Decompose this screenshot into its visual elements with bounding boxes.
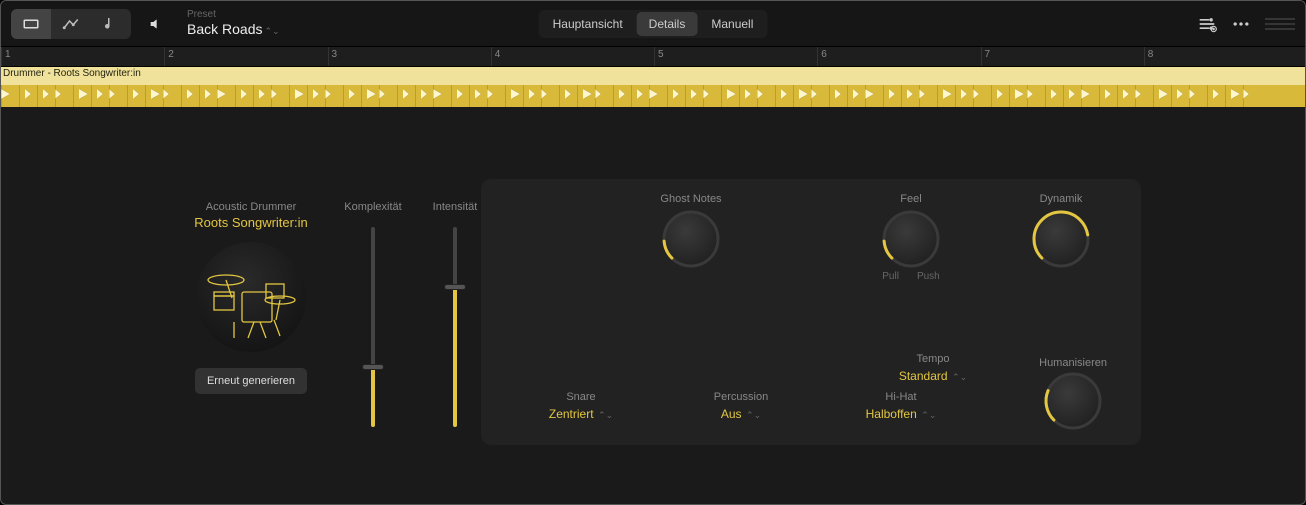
dynamics-knob[interactable] [1035,213,1087,265]
drummer-controls: Acoustic Drummer Roots Songwriter:in [181,201,485,427]
humanize-label: Humanisieren [1039,357,1107,369]
bar-number: 4 [495,49,501,60]
region-header[interactable]: Drummer - Roots Songwriter:in [1,67,1305,85]
view-tab-details[interactable]: Details [637,12,698,36]
editor-mode-segmented [11,9,131,39]
bar-number: 2 [168,49,174,60]
drag-handle[interactable] [1265,18,1295,30]
snare-dropdown[interactable]: Snare Zentriert ⌃⌄ [521,391,641,421]
automation-icon [62,15,80,33]
bar-ruler[interactable]: 1 2 3 4 5 6 7 8 [1,47,1305,67]
details-panel: Ghost Notes Feel Pull Push Dynamik [481,179,1141,445]
ghost-notes-knob[interactable] [665,213,717,265]
intensity-slider[interactable] [453,227,457,427]
audition-button[interactable] [141,16,171,32]
preset-name: Back Roads⌃⌄ [187,21,280,38]
rectangle-icon [22,15,40,33]
bar-number: 8 [1148,49,1154,60]
sliders-icon [1197,14,1217,34]
region-waveform[interactable] [1,85,1305,107]
score-view-button[interactable] [91,9,131,39]
percussion-dropdown[interactable]: Percussion Aus ⌃⌄ [681,391,801,421]
slider-thumb[interactable] [362,364,384,370]
feel-label: Feel [900,193,921,205]
ellipsis-icon [1231,14,1251,34]
humanize-knob[interactable] [1047,375,1099,427]
more-button[interactable] [1231,14,1251,34]
preset-label: Preset [187,9,280,21]
bar-number: 3 [332,49,338,60]
region-view-button[interactable] [11,9,51,39]
feel-sublabels: Pull Push [882,271,939,282]
drummer-category: Acoustic Drummer [206,201,296,213]
settings-button[interactable] [1197,14,1217,34]
region-name: Drummer - Roots Songwriter:in [3,68,141,79]
updown-icon: ⌃⌄ [596,410,614,420]
drummer-avatar[interactable] [196,242,306,352]
complexity-slider[interactable] [371,227,375,427]
regenerate-button[interactable]: Erneut generieren [195,368,307,394]
speaker-icon [148,16,164,32]
view-tabs: HauptansichtDetailsManuell [539,10,768,38]
hihat-dropdown[interactable]: Hi-Hat Halboffen ⌃⌄ [841,391,961,421]
slider-thumb[interactable] [444,284,466,290]
feel-knob[interactable] [885,213,937,265]
bar-number: 5 [658,49,664,60]
complexity-label: Komplexität [344,201,401,213]
toolbar: Preset Back Roads⌃⌄ HauptansichtDetailsM… [1,1,1305,47]
updown-icon: ⌃⌄ [264,26,279,36]
intensity-label: Intensität [433,201,478,213]
drummer-name: Roots Songwriter:in [194,215,307,230]
automation-view-button[interactable] [51,9,91,39]
drumkit-icon [196,242,306,352]
updown-icon: ⌃⌄ [919,410,937,420]
preset-selector[interactable]: Preset Back Roads⌃⌄ [187,9,280,38]
bar-number: 1 [5,49,11,60]
ghost-notes-label: Ghost Notes [660,193,721,205]
bar-number: 7 [985,49,991,60]
view-tab-manuell[interactable]: Manuell [699,12,765,36]
bar-number: 6 [821,49,827,60]
updown-icon: ⌃⌄ [744,410,762,420]
dynamics-label: Dynamik [1040,193,1083,205]
note-icon [102,15,120,33]
view-tab-hauptansicht[interactable]: Hauptansicht [541,12,635,36]
